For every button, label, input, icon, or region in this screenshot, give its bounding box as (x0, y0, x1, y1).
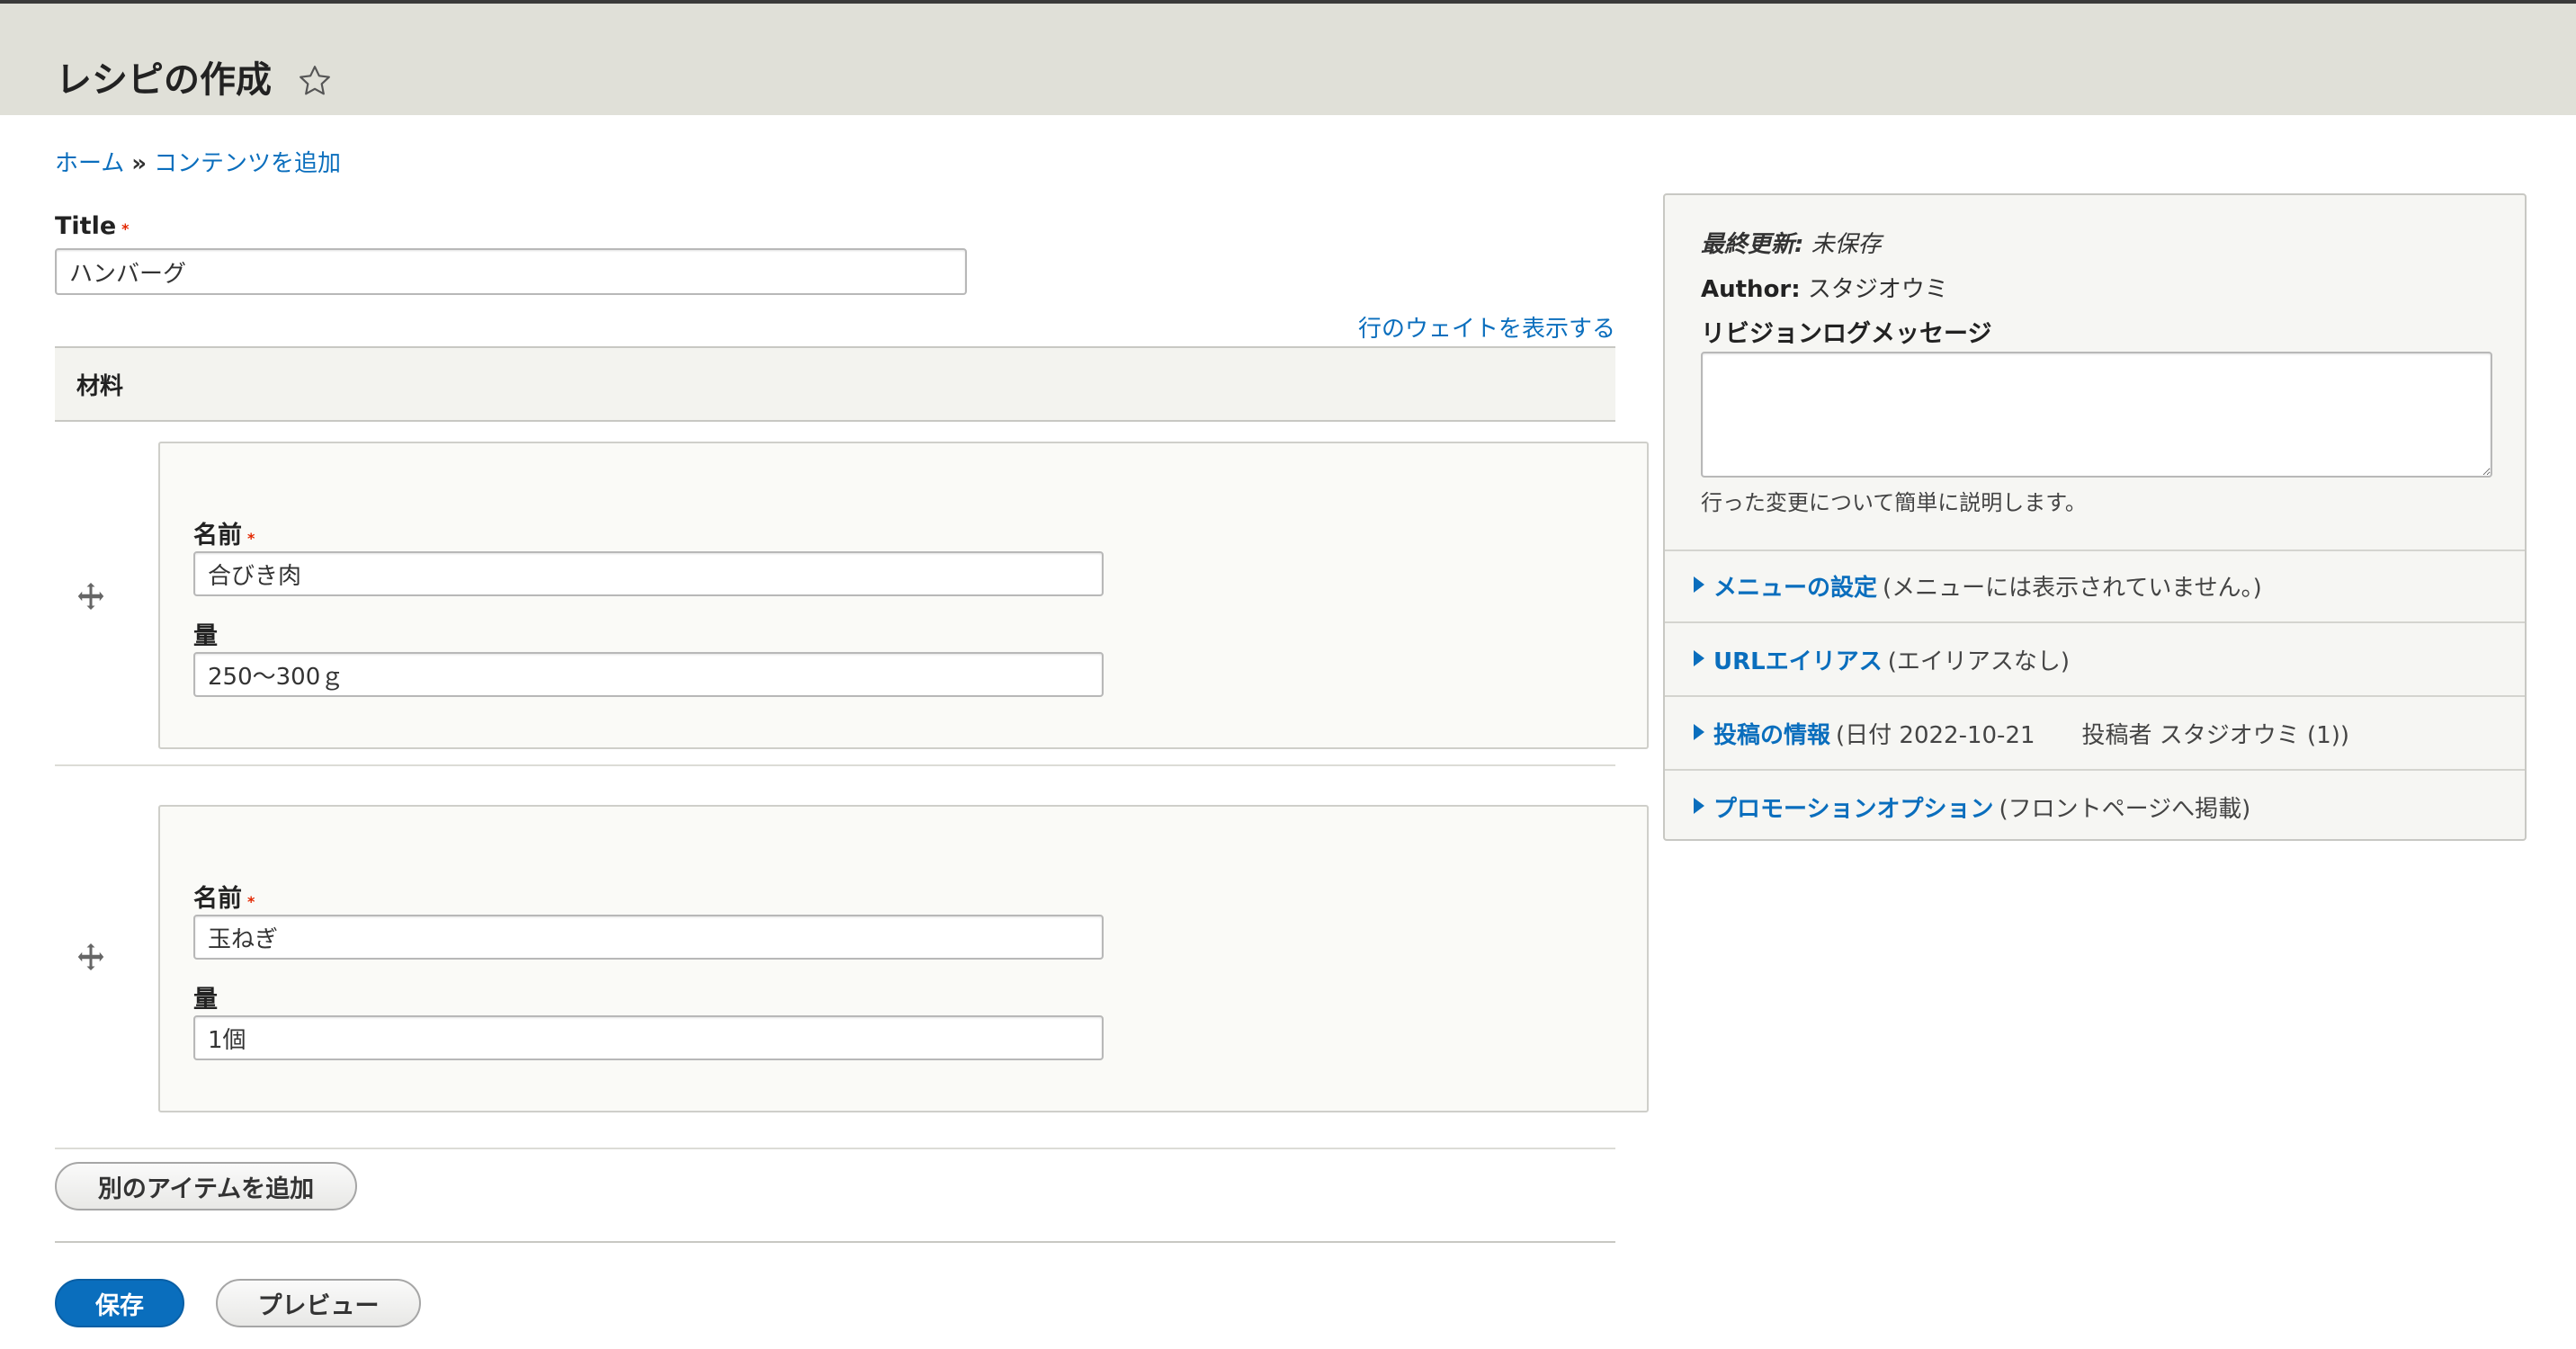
breadcrumb-add-content-link[interactable]: コンテンツを追加 (154, 150, 341, 177)
details-promotion-options-title[interactable]: プロモーションオプション (1713, 796, 1993, 823)
breadcrumb: ホーム » コンテンツを追加 (55, 147, 341, 180)
sidebar-panel: 最終更新: 未保存 Author: スタジオウミ リビジョンログメッセージ 行っ… (1663, 193, 2527, 841)
star-icon[interactable] (297, 63, 333, 99)
ingredient-quantity-input[interactable] (193, 652, 1104, 697)
triangle-right-icon (1694, 576, 1704, 593)
divider (55, 1241, 1615, 1243)
details-menu-settings-title[interactable]: メニューの設定 (1713, 575, 1877, 602)
required-marker: * (247, 893, 255, 910)
details-authoring-info[interactable]: 投稿の情報 (日付 2022-10-21 投稿者 スタジオウミ (1)) (1665, 697, 2525, 771)
page-header: レシピの作成 (0, 0, 2576, 115)
last-saved: 最終更新: 未保存 (1701, 226, 1882, 259)
triangle-right-icon (1694, 724, 1704, 740)
triangle-right-icon (1694, 798, 1704, 814)
required-marker: * (121, 220, 130, 237)
author-label: Author: (1701, 276, 1801, 303)
table-row: 名前 * 量 (55, 422, 1649, 766)
title-label: Title * (55, 212, 130, 240)
table-row: 名前 * 量 (55, 766, 1649, 1149)
ingredient-item: 名前 * 量 (158, 805, 1649, 1112)
title-input[interactable] (55, 248, 967, 295)
drag-handle-icon[interactable] (75, 580, 107, 612)
ingredient-name-input[interactable] (193, 915, 1104, 960)
breadcrumb-home-link[interactable]: ホーム (55, 150, 124, 177)
name-label-text: 名前 (193, 522, 242, 549)
ingredient-quantity-input[interactable] (193, 1015, 1104, 1060)
last-saved-value: 未保存 (1811, 231, 1882, 258)
details-promotion-options-summary: (フロントページへ掲載) (1999, 796, 2251, 823)
author-value: スタジオウミ (1807, 276, 1948, 303)
details-authoring-info-title[interactable]: 投稿の情報 (1713, 722, 1830, 749)
details-authoring-info-summary: (日付 2022-10-21 投稿者 スタジオウミ (1)) (1836, 722, 2350, 749)
required-marker: * (247, 530, 255, 547)
breadcrumb-separator: » (131, 150, 148, 177)
page-title: レシピの作成 (56, 59, 272, 101)
add-another-item-button[interactable]: 別のアイテムを追加 (55, 1162, 357, 1211)
name-label: 名前 * (193, 879, 255, 914)
entity-meta: 最終更新: 未保存 Author: スタジオウミ リビジョンログメッセージ 行っ… (1665, 195, 2525, 551)
ingredients-table-header: 材料 (55, 346, 1615, 422)
quantity-label: 量 (193, 622, 218, 650)
show-row-weights-link[interactable]: 行のウェイトを表示する (1358, 313, 1615, 345)
details-url-alias-summary: (エイリアスなし) (1887, 648, 2070, 675)
preview-button[interactable]: プレビュー (216, 1279, 421, 1327)
quantity-label: 量 (193, 986, 218, 1014)
details-menu-settings-summary: (メニューには表示されていません。) (1883, 575, 2262, 602)
drag-handle-icon[interactable] (75, 941, 107, 973)
ingredients-header-label: 材料 (76, 373, 124, 400)
details-promotion-options[interactable]: プロモーションオプション (フロントページへ掲載) (1665, 771, 2525, 843)
name-label: 名前 * (193, 515, 255, 550)
revision-log-textarea[interactable] (1701, 352, 2492, 478)
author: Author: スタジオウミ (1701, 271, 1948, 304)
title-label-text: Title (55, 212, 117, 240)
details-menu-settings[interactable]: メニューの設定 (メニューには表示されていません。) (1665, 549, 2525, 623)
revision-log-label: リビジョンログメッセージ (1701, 320, 1992, 348)
revision-log-description: 行った変更について簡単に説明します。 (1701, 490, 2087, 515)
ingredient-item: 名前 * 量 (158, 442, 1649, 749)
details-url-alias[interactable]: URLエイリアス (エイリアスなし) (1665, 623, 2525, 697)
details-url-alias-title[interactable]: URLエイリアス (1713, 648, 1883, 675)
triangle-right-icon (1694, 650, 1704, 666)
last-saved-label: 最終更新: (1701, 231, 1804, 258)
name-label-text: 名前 (193, 885, 242, 913)
ingredient-name-input[interactable] (193, 551, 1104, 596)
save-button[interactable]: 保存 (55, 1279, 184, 1327)
